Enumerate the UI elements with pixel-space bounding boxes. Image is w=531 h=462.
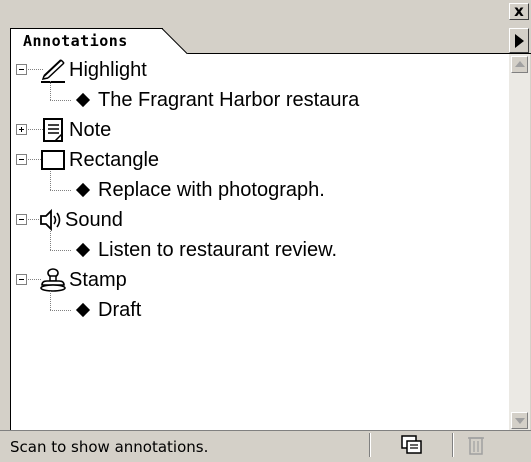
- close-button[interactable]: x: [509, 3, 529, 20]
- stamp-icon: [40, 268, 66, 292]
- annotation-type-label: Sound: [65, 209, 123, 231]
- tab-annotations[interactable]: Annotations: [10, 28, 163, 54]
- scan-button[interactable]: [392, 433, 434, 457]
- palette-titlebar[interactable]: x: [0, 0, 531, 22]
- collapse-toggle[interactable]: [16, 274, 27, 285]
- scan-icon: [401, 435, 422, 454]
- status-bar: Scan to show annotations.: [0, 431, 531, 462]
- expand-toggle[interactable]: [16, 124, 27, 135]
- scroll-down-button[interactable]: [511, 412, 528, 429]
- tree-row-rectangle[interactable]: Rectangle: [11, 145, 510, 175]
- annotation-comment: Draft: [98, 299, 142, 321]
- annotations-palette: x Annotations Highlight The Fragrant Har…: [0, 0, 531, 462]
- tab-slant-edge: [148, 28, 188, 54]
- note-icon: [43, 118, 63, 142]
- tree-row-highlight[interactable]: Highlight: [11, 55, 510, 85]
- comment-bullet-icon: [75, 302, 91, 318]
- tree-row-child[interactable]: Listen to restaurant review.: [11, 231, 510, 265]
- tab-annotations-label: Annotations: [23, 32, 128, 50]
- scroll-up-button[interactable]: [511, 56, 528, 73]
- trash-icon: [468, 437, 484, 455]
- sound-speaker-icon: [40, 208, 61, 232]
- vertical-scrollbar[interactable]: [509, 54, 530, 431]
- annotation-type-label: Note: [69, 119, 112, 141]
- rectangle-icon: [41, 150, 65, 170]
- delete-button[interactable]: [456, 433, 498, 457]
- annotation-type-label: Highlight: [69, 59, 147, 81]
- annotation-tree: Highlight The Fragrant Harbor restaura N…: [10, 54, 510, 431]
- collapse-toggle[interactable]: [16, 64, 27, 75]
- palette-menu-button[interactable]: [509, 28, 529, 53]
- tree-row-stamp[interactable]: Stamp: [11, 265, 510, 295]
- tree-row-child[interactable]: The Fragrant Harbor restaura: [11, 81, 510, 115]
- status-message: Scan to show annotations.: [10, 438, 209, 456]
- annotation-type-label: Rectangle: [69, 149, 160, 171]
- annotation-comment: Replace with photograph.: [98, 179, 325, 201]
- annotation-type-label: Stamp: [69, 269, 127, 291]
- tree-row-note[interactable]: Note: [11, 115, 510, 145]
- comment-bullet-icon: [75, 242, 91, 258]
- collapse-toggle[interactable]: [16, 214, 27, 225]
- collapse-toggle[interactable]: [16, 154, 27, 165]
- highlight-pen-icon: [41, 59, 65, 83]
- tree-row-child[interactable]: Draft: [11, 291, 510, 325]
- annotation-comment: The Fragrant Harbor restaura: [98, 89, 360, 111]
- tree-row-sound[interactable]: Sound: [11, 205, 510, 235]
- annotation-comment: Listen to restaurant review.: [98, 239, 338, 261]
- comment-bullet-icon: [75, 92, 91, 108]
- comment-bullet-icon: [75, 182, 91, 198]
- tree-row-child[interactable]: Replace with photograph.: [11, 171, 510, 205]
